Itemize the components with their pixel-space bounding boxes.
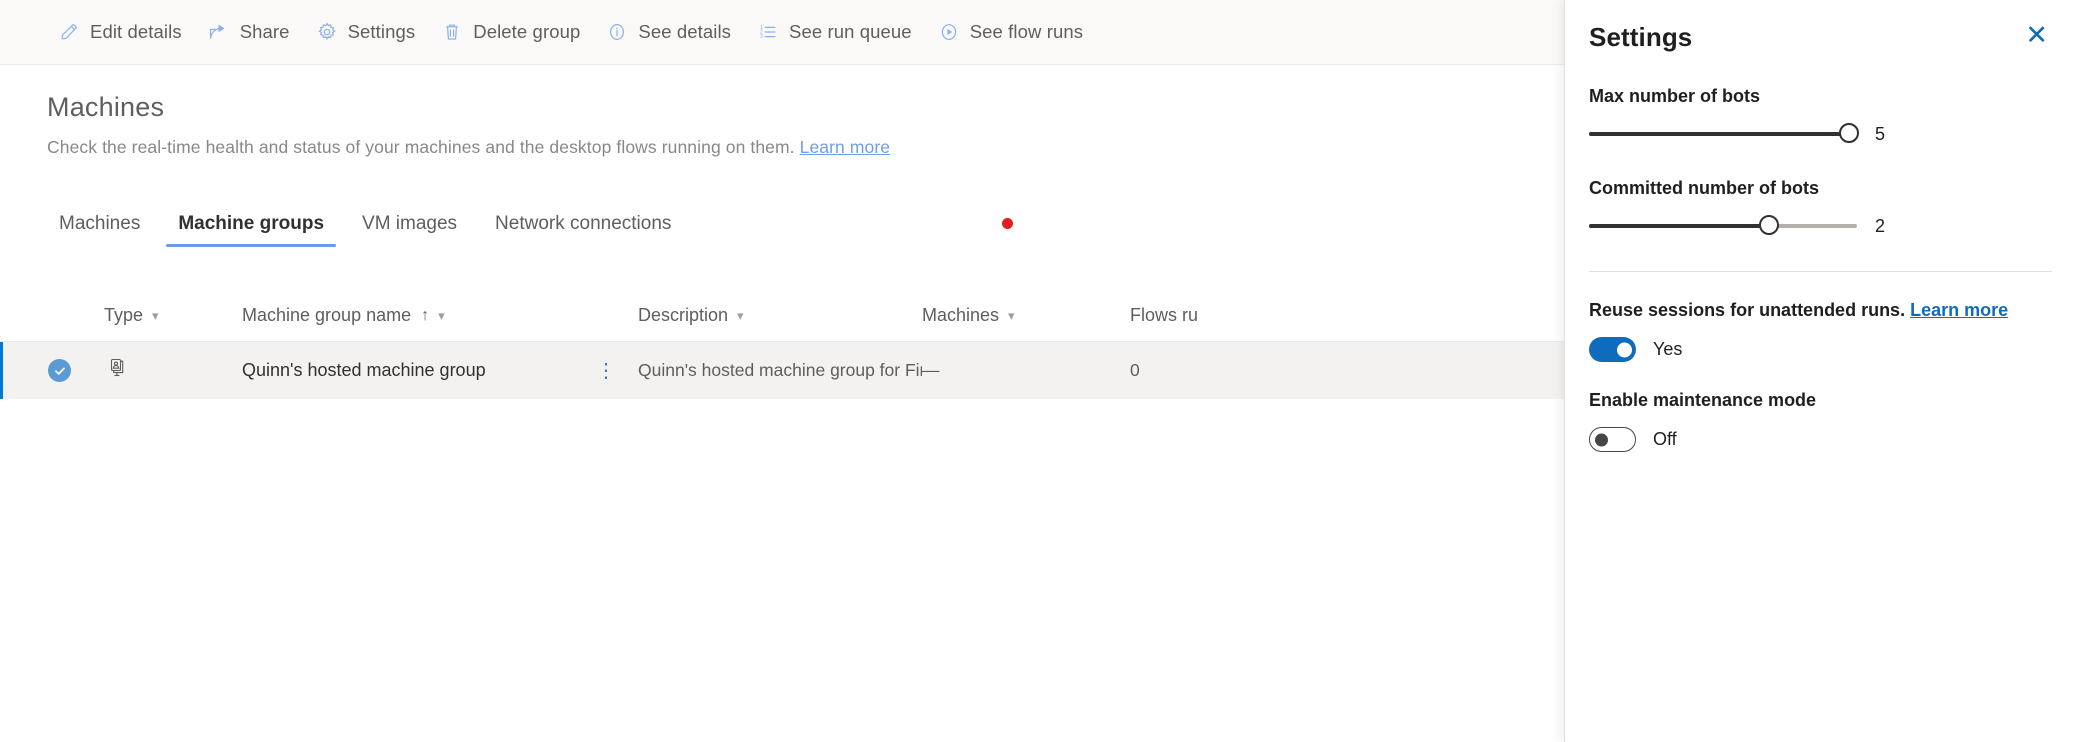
settings-panel-title: Settings [1589,22,1693,52]
row-checkbox[interactable] [48,359,104,382]
row-machine-group-name: Quinn's hosted machine group [242,360,486,380]
row-machines-count: — [922,360,940,380]
see-run-queue-label: See run queue [789,21,912,42]
chevron-down-icon: ▾ [438,307,445,323]
settings-button[interactable]: Settings [306,9,426,55]
reuse-sessions-state: Yes [1653,339,1683,359]
chevron-down-icon: ▾ [152,307,159,323]
table-row[interactable]: Quinn's hosted machine group ⋮ Quinn's h… [0,342,1572,399]
max-bots-label: Max number of bots [1589,86,1761,106]
maintenance-mode-toggle[interactable] [1589,427,1636,452]
reuse-sessions-toggle[interactable] [1589,337,1636,362]
share-icon [208,21,230,43]
row-overflow-menu-icon[interactable]: ⋮ [590,361,622,381]
tab-vm-images[interactable]: VM images [350,213,469,247]
close-icon[interactable]: ✕ [2021,22,2052,49]
committed-bots-slider-row: 2 [1589,215,2052,237]
panel-divider [1589,271,2052,272]
row-name-cell: Quinn's hosted machine group ⋮ [242,360,638,381]
tab-machine-groups[interactable]: Machine groups [166,213,336,247]
checkmark-icon [48,359,71,382]
column-header-machines-label: Machines [922,305,1000,325]
notification-dot [1002,218,1013,229]
maintenance-mode-label: Enable maintenance mode [1589,390,1817,410]
row-flows-running-count: 0 [1130,360,1140,380]
edit-details-label: Edit details [90,21,182,42]
page-title: Machines [47,92,165,122]
delete-group-button[interactable]: Delete group [431,9,590,55]
tab-machines[interactable]: Machines [47,213,152,247]
pencil-icon [58,21,80,43]
committed-bots-slider[interactable] [1589,215,1857,237]
row-type-icon-cell [104,356,242,385]
reuse-sessions-learn-more-link[interactable]: Learn more [1910,300,2008,320]
see-details-label: See details [638,21,732,42]
column-header-description[interactable]: Description ▾ [638,305,922,326]
svg-text:3: 3 [760,34,763,40]
subtitle-learn-more-link[interactable]: Learn more [800,137,891,157]
see-flow-runs-label: See flow runs [969,21,1084,42]
column-header-machines[interactable]: Machines ▾ [922,305,1130,326]
max-bots-slider[interactable] [1589,123,1859,145]
max-bots-slider-row: 5 [1589,123,2052,145]
settings-panel: Settings ✕ Max number of bots 5 Committe… [1564,0,2076,742]
delete-group-label: Delete group [473,21,581,42]
column-header-description-label: Description [638,305,729,325]
chevron-down-icon: ▾ [737,307,744,323]
table-header-row: Type ▾ Machine group name ↑ ▾ Descriptio… [0,290,1572,342]
maintenance-mode-toggle-row: Off [1589,427,2052,452]
maintenance-mode-state: Off [1653,429,1677,449]
column-header-type[interactable]: Type ▾ [104,305,242,326]
settings-panel-body: Max number of bots 5 Committed number of… [1565,86,2076,452]
column-header-machine-group-name[interactable]: Machine group name ↑ ▾ [242,305,638,326]
see-details-button[interactable]: See details [596,9,741,55]
reuse-sessions-label: Reuse sessions for unattended runs. Lear… [1589,300,2052,321]
column-header-name-label: Machine group name [242,305,412,325]
settings-panel-header: Settings ✕ [1565,0,2076,53]
page-subtitle: Check the real-time health and status of… [0,123,1180,158]
reuse-sessions-toggle-row: Yes [1589,337,2052,362]
hosted-machine-group-icon [104,356,128,385]
row-description: Quinn's hosted machine group for Financ.… [638,360,922,380]
committed-bots-value: 2 [1875,215,1886,236]
see-run-queue-button[interactable]: 1 2 3 See run queue [747,9,922,55]
page-header: Machines Check the real-time health and … [0,65,1180,158]
info-icon [606,21,628,43]
share-label: Share [239,21,290,42]
toggle-knob [1595,433,1608,446]
gear-icon [316,21,338,43]
sort-ascending-icon: ↑ [421,306,430,324]
committed-bots-label: Committed number of bots [1589,178,1819,198]
tab-network-connections[interactable]: Network connections [483,213,683,247]
page-subtitle-text: Check the real-time health and status of… [47,137,795,157]
settings-label: Settings [347,21,416,42]
column-header-flows-running[interactable]: Flows ru [1130,305,1350,326]
tab-bar: Machines Machine groups VM images Networ… [47,205,1013,247]
trash-icon [441,21,463,43]
machine-groups-table: Type ▾ Machine group name ↑ ▾ Descriptio… [0,290,1572,399]
list-ordered-icon: 1 2 3 [757,21,779,43]
max-bots-value: 5 [1875,123,1886,144]
edit-details-button[interactable]: Edit details [48,9,192,55]
column-header-flows-label: Flows ru [1130,305,1199,325]
column-header-type-label: Type [104,305,144,325]
toggle-knob [1617,342,1632,357]
share-button[interactable]: Share [198,9,300,55]
see-flow-runs-button[interactable]: See flow runs [928,9,1093,55]
chevron-down-icon: ▾ [1008,307,1015,323]
reuse-sessions-text: Reuse sessions for unattended runs. [1589,300,1906,320]
play-circle-icon [938,21,960,43]
